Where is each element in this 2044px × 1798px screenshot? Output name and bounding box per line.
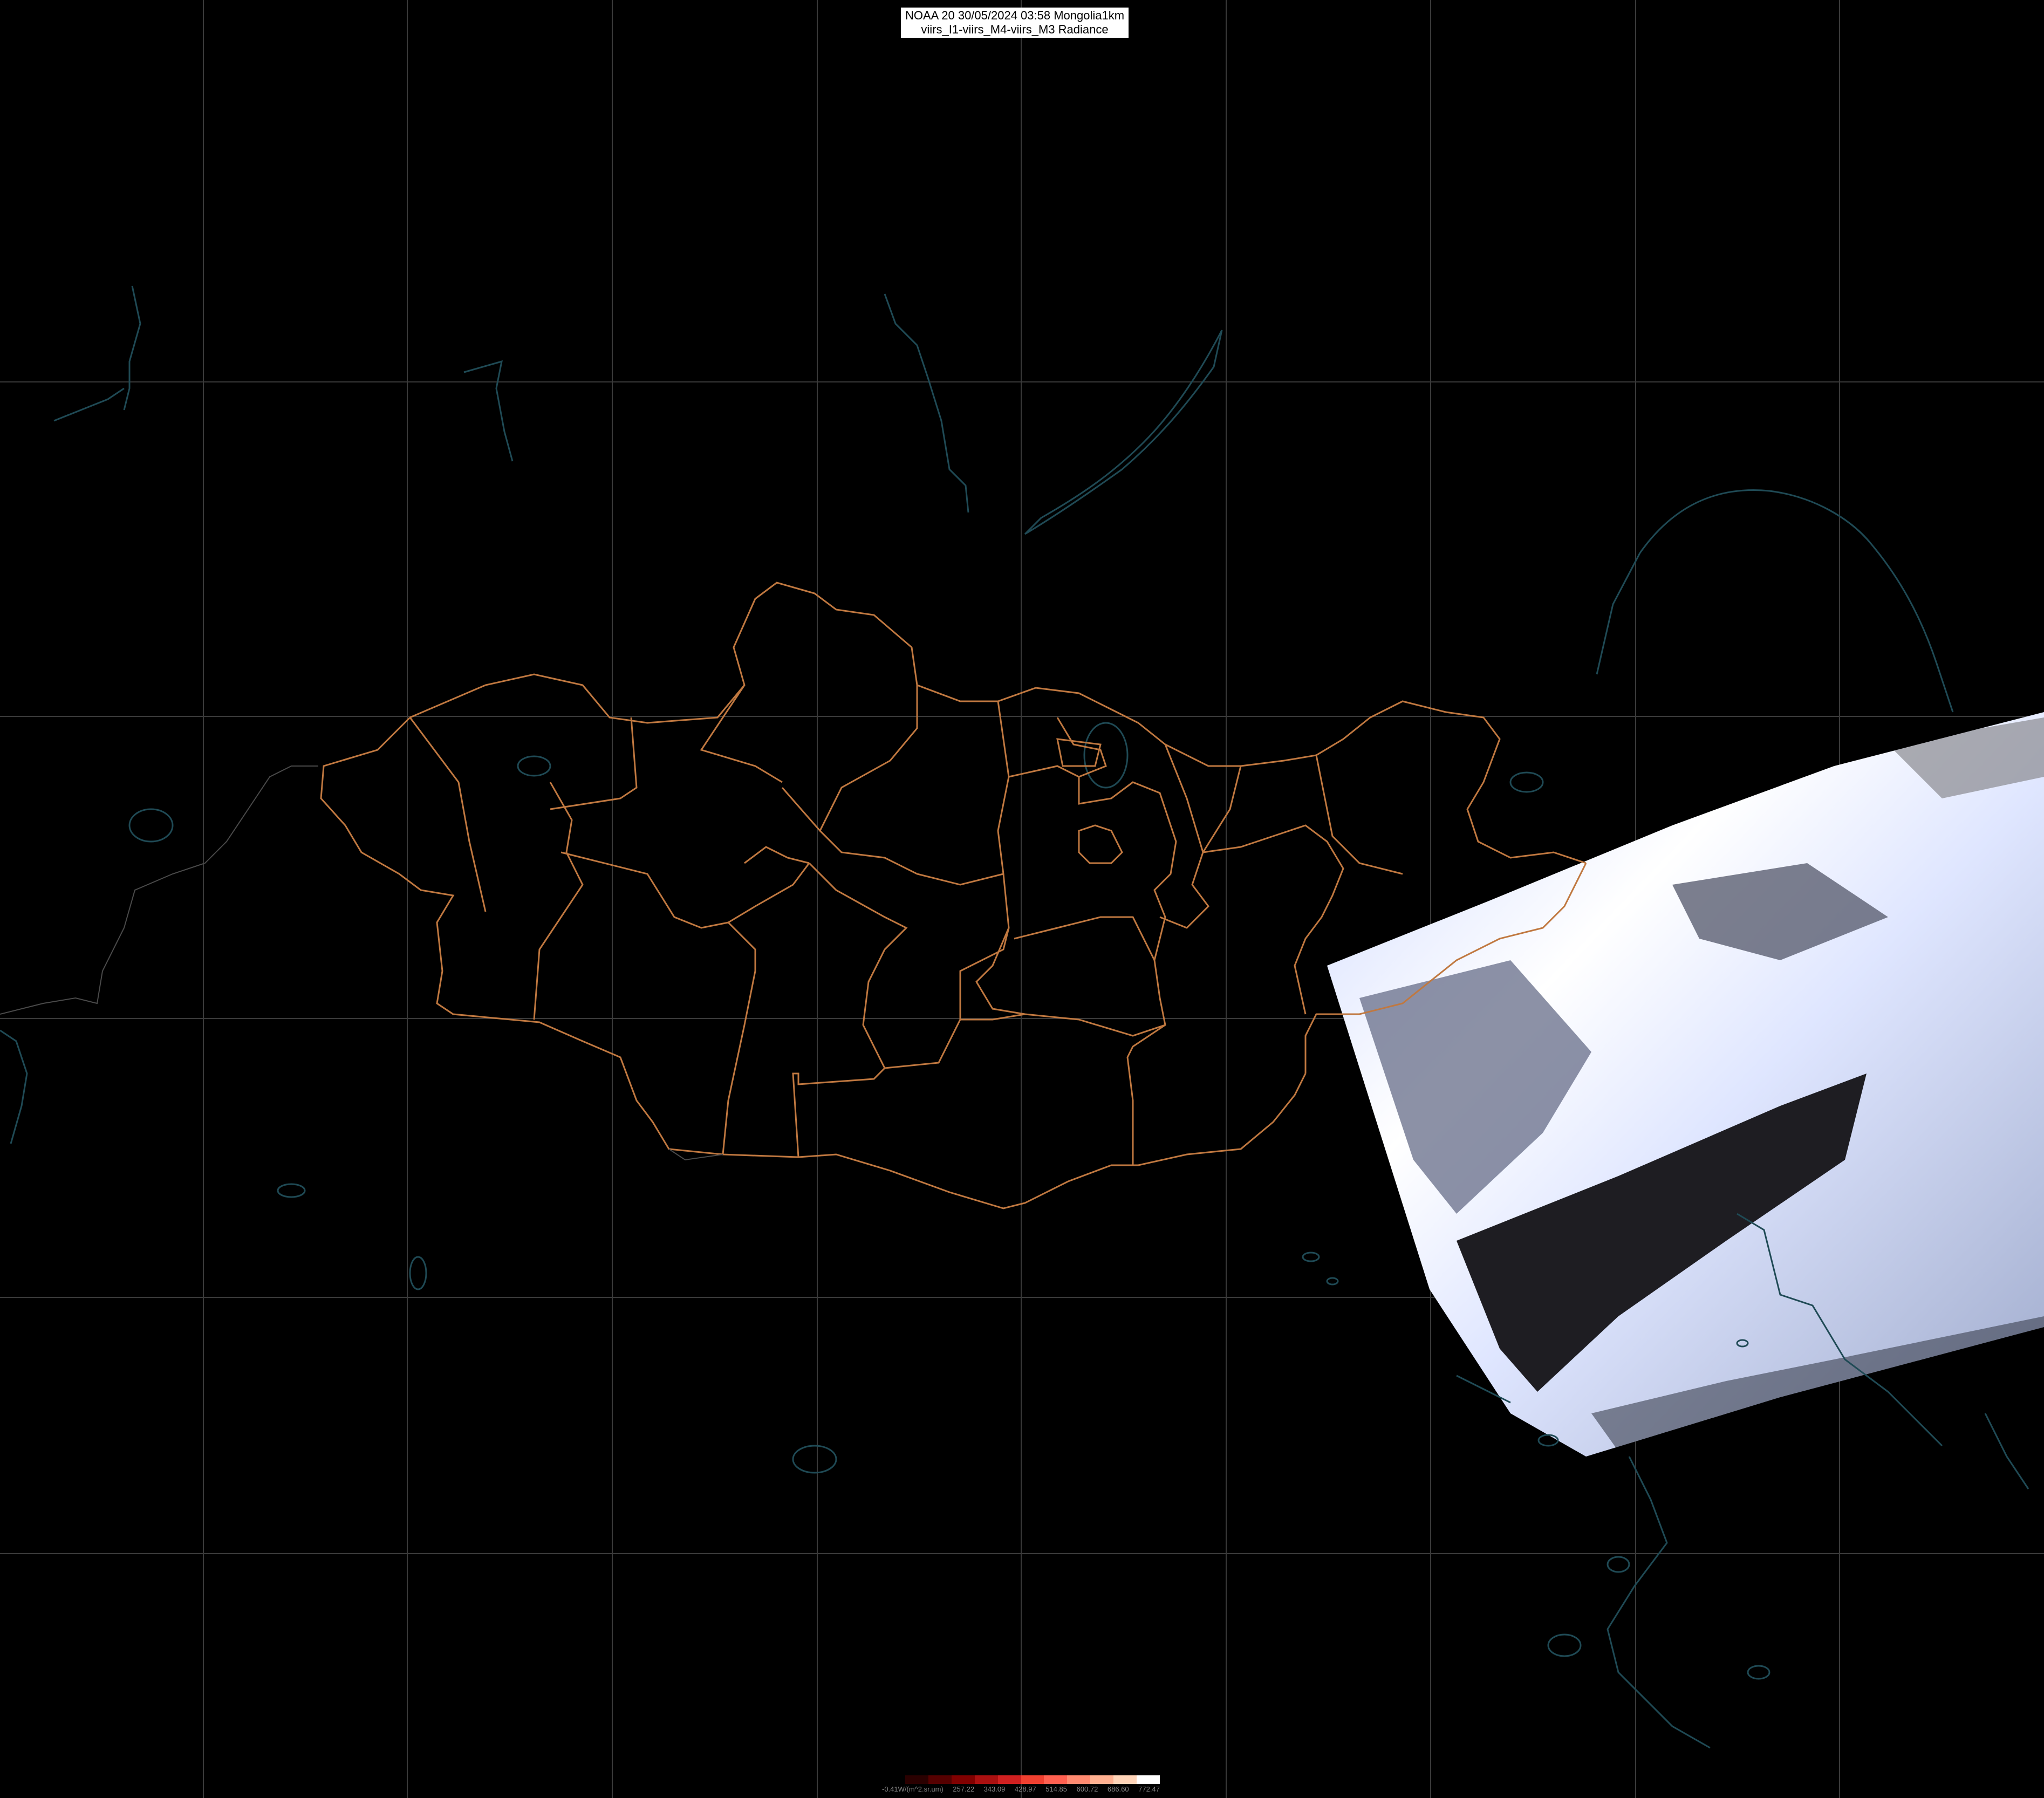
legend-swatch bbox=[1044, 1775, 1068, 1784]
legend-swatch bbox=[905, 1775, 928, 1784]
legend-swatch bbox=[974, 1775, 998, 1784]
legend-swatch bbox=[1021, 1775, 1044, 1784]
legend-swatch bbox=[1090, 1775, 1114, 1784]
satellite-map bbox=[0, 0, 2044, 1798]
legend-swatch bbox=[997, 1775, 1021, 1784]
legend-label: 343.09 bbox=[983, 1785, 1006, 1793]
radiance-legend: -0.41W/(m^2.sr.um) 257.22 343.09 428.97 514.… bbox=[882, 1775, 1160, 1796]
legend-label: 257.22 bbox=[953, 1785, 975, 1793]
legend-label: 686.60 bbox=[1107, 1785, 1129, 1793]
legend-label: 772.47 bbox=[1138, 1785, 1160, 1793]
legend-color-bar bbox=[882, 1775, 1160, 1784]
legend-swatch bbox=[882, 1775, 905, 1784]
legend-swatch bbox=[928, 1775, 952, 1784]
legend-swatch bbox=[1137, 1775, 1160, 1784]
map-title-line1: NOAA 20 30/05/2024 03:58 Mongolia1km bbox=[905, 9, 1125, 22]
legend-labels: -0.41W/(m^2.sr.um) 257.22 343.09 428.97 514.… bbox=[882, 1785, 1160, 1793]
map-title-box: NOAA 20 30/05/2024 03:58 Mongolia1km vii… bbox=[901, 8, 1129, 38]
legend-swatch bbox=[951, 1775, 975, 1784]
legend-label: 428.97 bbox=[1014, 1785, 1036, 1793]
legend-label: 514.85 bbox=[1045, 1785, 1067, 1793]
legend-swatch bbox=[1113, 1775, 1137, 1784]
legend-swatch bbox=[1067, 1775, 1091, 1784]
map-title-line2: viirs_I1-viirs_M4-viirs_M3 Radiance bbox=[921, 23, 1109, 36]
legend-label: 600.72 bbox=[1076, 1785, 1098, 1793]
legend-label: -0.41W/(m^2.sr.um) bbox=[882, 1785, 944, 1793]
